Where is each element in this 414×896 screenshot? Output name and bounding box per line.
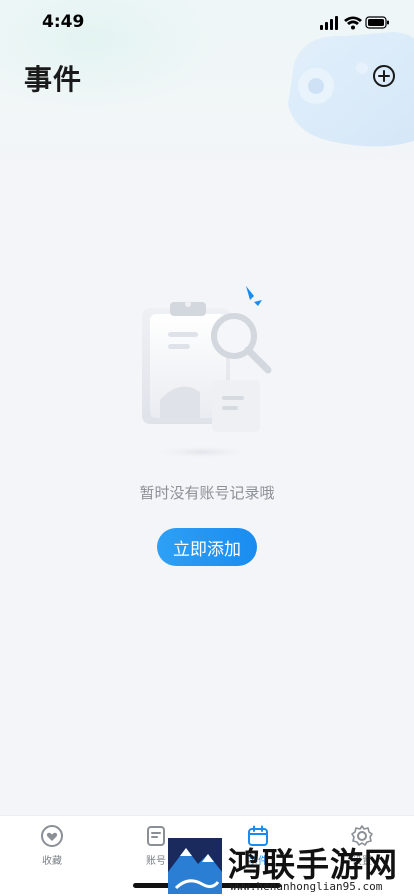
battery-icon [365, 16, 389, 29]
empty-state-message: 暂时没有账号记录哦 [139, 484, 275, 502]
wifi-icon [344, 16, 362, 30]
document-icon [147, 826, 165, 846]
signal-icon [320, 16, 338, 30]
tab-favorites[interactable]: 收藏 [12, 824, 92, 868]
empty-state-illustration [142, 286, 272, 458]
watermark-logo [168, 838, 222, 894]
add-now-button[interactable]: 立即添加 [157, 528, 257, 566]
watermark-url: www.henanhonglian95.com [230, 880, 383, 893]
add-event-button[interactable] [372, 64, 396, 88]
watermark: 鸿联手游网 www.henanhonglian95.com [168, 836, 414, 896]
page-title: 事件 [24, 63, 83, 96]
watermark-title: 鸿联手游网 [228, 845, 398, 884]
status-time: 4:49 [42, 12, 85, 32]
status-bar: 4:49 [0, 0, 414, 44]
tab-label-favorites: 收藏 [42, 856, 62, 867]
watermark-text: 鸿联手游网 www.henanhonglian95.com [228, 838, 414, 894]
status-icons [320, 16, 389, 30]
heart-icon [41, 825, 63, 847]
